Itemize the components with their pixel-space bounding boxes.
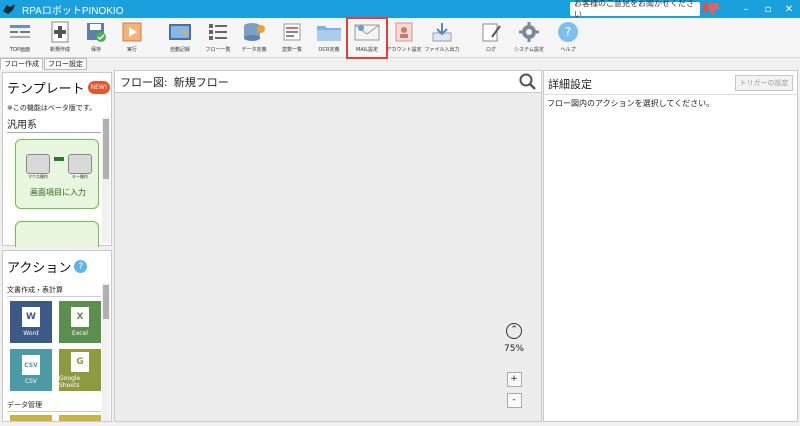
- details-panel: 詳細設定 トリガーの設定 フロー図内のアクションを選択してください。: [543, 70, 798, 422]
- details-title: 詳細設定: [548, 78, 592, 91]
- database-gear-icon: [240, 20, 268, 44]
- zoom-out-button[interactable]: -: [506, 393, 522, 408]
- toolbar-run-button[interactable]: 実行: [114, 20, 150, 56]
- flow-header: フロー図: 新規フロー: [114, 70, 542, 92]
- action-title: アクション: [7, 261, 72, 276]
- toolbar-system-button[interactable]: システム設定: [511, 20, 547, 56]
- svg-text:?: ?: [565, 25, 571, 39]
- app-logo-icon: [0, 0, 18, 18]
- toolbar-datadef-button[interactable]: データ定義: [236, 20, 272, 56]
- action-tile-partial[interactable]: [59, 415, 101, 421]
- csv-icon: CSV: [22, 355, 40, 375]
- toolbar-help-button[interactable]: ? ヘルプ: [550, 20, 586, 56]
- template-card-caption: 画面項目に入力: [30, 188, 86, 197]
- toolbar-autorecord-button[interactable]: 自動記録: [162, 20, 198, 56]
- log-pencil-icon: [477, 20, 505, 44]
- window-title: RPAロボットPINOKIO: [22, 5, 124, 17]
- variable-icon: [278, 20, 306, 44]
- section-document: 文書作成・表計算: [7, 285, 101, 297]
- beta-note: ※この機能はベータ版です。: [7, 104, 97, 112]
- toolbar-mail-button[interactable]: MAIL設定: [346, 17, 388, 59]
- maximize-icon[interactable]: ▫: [758, 0, 778, 18]
- template-scrollbar[interactable]: [102, 117, 110, 243]
- save-icon: [82, 20, 110, 44]
- template-card-next[interactable]: [15, 221, 99, 247]
- action-tile-partial[interactable]: [10, 415, 52, 421]
- keyboard-icon: [68, 154, 92, 174]
- word-icon: W: [22, 307, 40, 327]
- mail-icon: [353, 20, 381, 44]
- toolbar-top-button[interactable]: TOP画面: [2, 20, 38, 56]
- action-csv[interactable]: CSV CSV: [10, 349, 52, 391]
- template-panel: テンプレート NEW! ※この機能はベータ版です。 汎用系 マウス操作 キー操作…: [2, 72, 112, 247]
- google-sheets-icon: G: [71, 351, 89, 372]
- flow-title-label: フロー図:: [120, 75, 168, 89]
- tab-flow-create[interactable]: フロー作成: [0, 58, 43, 70]
- details-message: フロー図内のアクションを選択してください。: [547, 99, 715, 108]
- toolbar-new-button[interactable]: 新規作成: [42, 20, 78, 56]
- section-data-management: データ管理: [7, 400, 101, 412]
- flow-canvas[interactable]: [114, 92, 542, 422]
- play-icon: [118, 20, 146, 44]
- trigger-settings-button[interactable]: トリガーの設定: [735, 75, 793, 91]
- zoom-level: 75%: [503, 344, 524, 354]
- top-screen-icon: [6, 20, 34, 44]
- zoom-up-icon[interactable]: ⌃: [506, 323, 522, 339]
- zoom-in-button[interactable]: +: [506, 372, 522, 387]
- template-title: テンプレート: [7, 82, 85, 97]
- toolbar-ocr-button[interactable]: OCR定義: [311, 20, 347, 56]
- list-icon: [204, 20, 232, 44]
- download-icon: [428, 20, 456, 44]
- toolbar-log-button[interactable]: ログ: [473, 20, 509, 56]
- action-excel[interactable]: X Excel: [59, 301, 101, 343]
- action-word[interactable]: W Word: [10, 301, 52, 343]
- zoom-controls: ⌃ 75% + -: [503, 323, 525, 408]
- toolbar-flowlist-button[interactable]: フロー一覧: [200, 20, 236, 56]
- action-panel: アクション ? 文書作成・表計算 W Word X Excel CSV CSV …: [2, 250, 112, 422]
- new-badge: NEW!: [87, 81, 111, 94]
- main-tabs: フロー作成 フロー設定: [0, 58, 88, 70]
- new-document-icon: [46, 20, 74, 44]
- flow-title: 新規フロー: [173, 75, 229, 89]
- help-icon: ?: [554, 20, 582, 44]
- toolbar-fileio-button[interactable]: ファイル入出力: [424, 20, 460, 56]
- toolbar-save-button[interactable]: 保存: [78, 20, 114, 56]
- gear-icon: [515, 20, 543, 44]
- mouse-icon: [26, 154, 50, 174]
- action-google-sheets[interactable]: G Google Sheets: [59, 349, 101, 391]
- excel-icon: X: [71, 307, 89, 327]
- help-circle-icon[interactable]: ?: [74, 260, 88, 273]
- minimize-icon[interactable]: –: [736, 0, 756, 18]
- film-record-icon: [166, 20, 194, 44]
- close-icon[interactable]: ✕: [779, 0, 799, 18]
- template-category: 汎用系: [7, 116, 101, 133]
- folder-icon: [315, 20, 343, 44]
- thumbs-down-icon[interactable]: [702, 1, 722, 17]
- toolbar-varlist-button[interactable]: 変数一覧: [274, 20, 310, 56]
- template-card-input[interactable]: マウス操作 キー操作 画面項目に入力: [15, 139, 99, 209]
- search-icon[interactable]: [519, 73, 537, 94]
- feedback-link[interactable]: お客様のご意見をお聞かせください: [570, 0, 700, 19]
- account-book-icon: [390, 20, 418, 44]
- toolbar-account-button[interactable]: アカウント設定: [386, 20, 422, 56]
- toolbar: TOP画面 新規作成 保存 実行 自動記録 フロー一覧 データ定義 変数一覧 O…: [0, 17, 800, 59]
- action-scrollbar[interactable]: [102, 283, 110, 421]
- tab-flow-settings[interactable]: フロー設定: [44, 58, 87, 70]
- arrow-right-icon: [54, 157, 64, 161]
